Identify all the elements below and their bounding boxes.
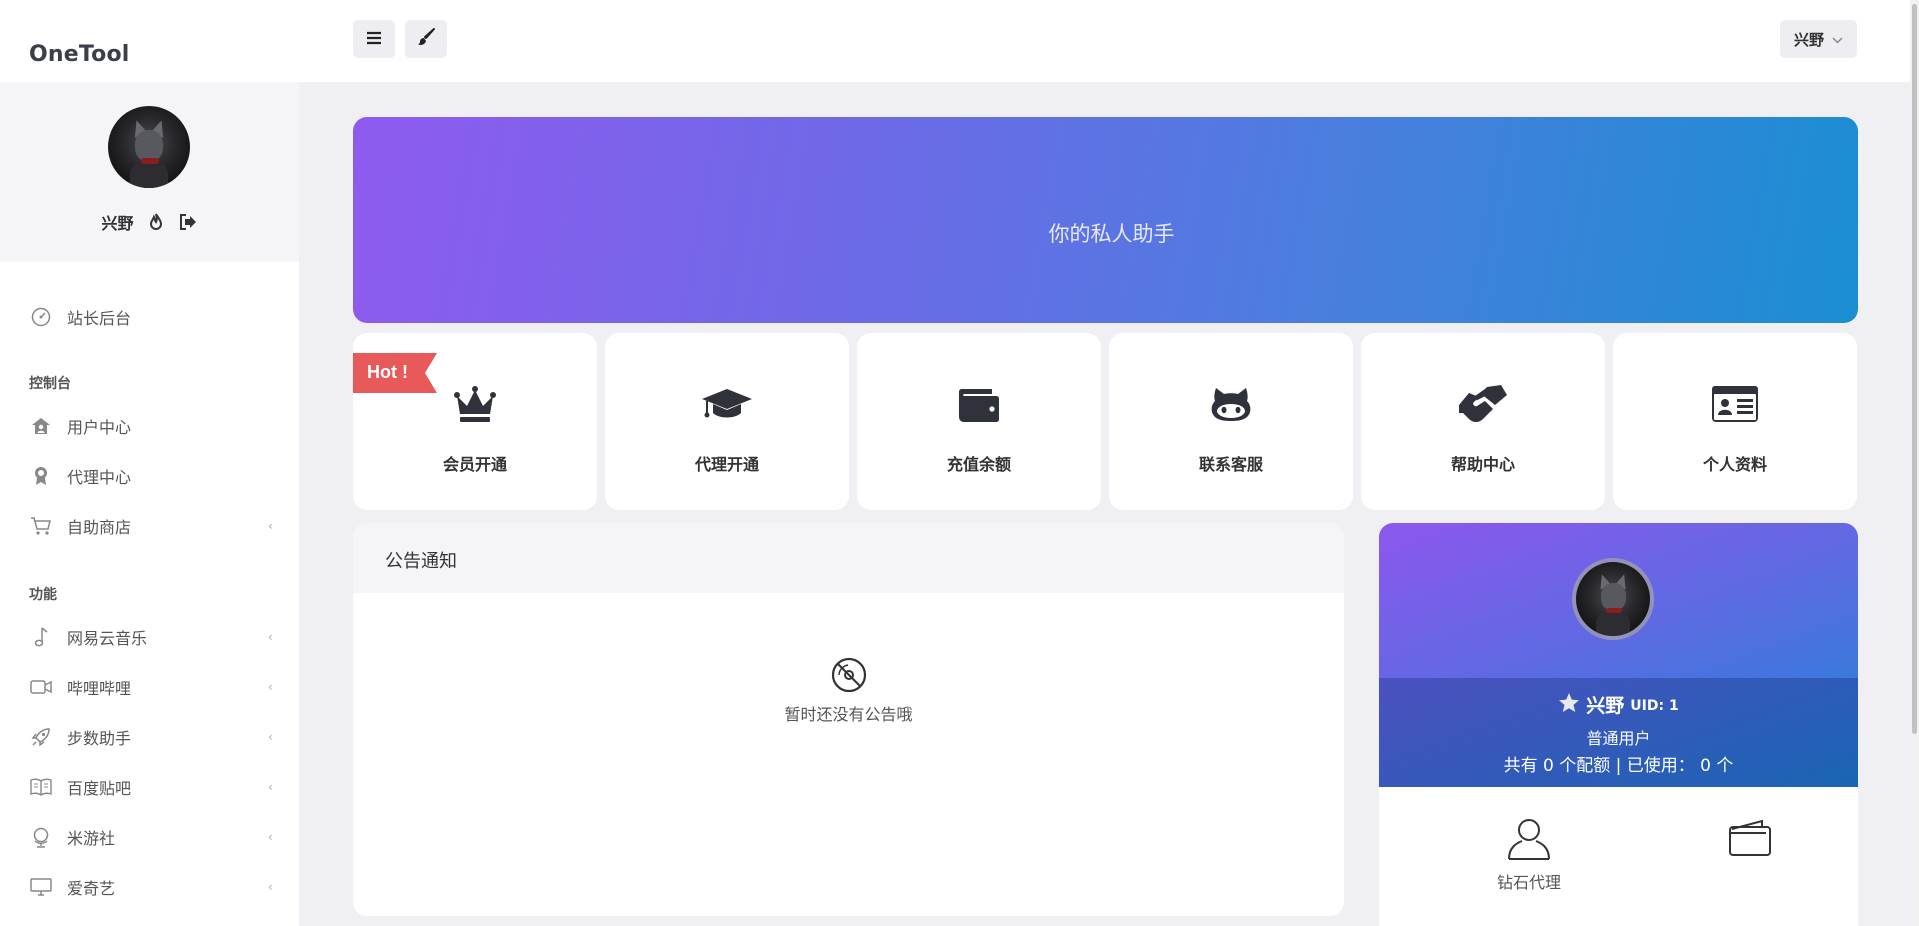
quick-card-profile[interactable]: 个人资料	[1613, 333, 1857, 510]
quick-card-label: 帮助中心	[1450, 455, 1515, 474]
logout-icon[interactable]	[178, 212, 198, 232]
chevron-left-icon: ‹	[268, 519, 273, 533]
handshake-icon	[1361, 383, 1605, 425]
sidebar-item-label: 米游社	[67, 829, 116, 848]
shopping-cart-icon	[30, 515, 52, 537]
award-badge-icon	[30, 465, 52, 487]
sidebar-item-bilibili[interactable]: 哔哩哔哩 ‹	[0, 665, 299, 709]
avatar[interactable]	[108, 106, 190, 188]
nav-section-features: 功能	[29, 587, 57, 603]
wallet-button[interactable]	[1670, 815, 1830, 869]
quick-card-vip[interactable]: Hot ! 会员开通	[353, 333, 597, 510]
sidebar-item-label: 爱奇艺	[67, 879, 116, 898]
avatar[interactable]	[1572, 558, 1654, 640]
quick-card-recharge[interactable]: 充值余额	[857, 333, 1101, 510]
wallet-icon	[857, 383, 1101, 425]
app-logo[interactable]: OneTool	[29, 42, 130, 67]
notice-header: 公告通知	[353, 523, 1344, 593]
chevron-left-icon: ‹	[268, 830, 273, 844]
quick-card-label: 联系客服	[1198, 455, 1263, 474]
sidebar-item-label: 哔哩哔哩	[67, 679, 132, 698]
profile-name: 兴野	[101, 214, 134, 233]
sidebar-item-iqiyi[interactable]: 爱奇艺 ‹	[0, 865, 299, 909]
sidebar-item-miyoushe[interactable]: 米游社 ‹	[0, 815, 299, 859]
user-card-quota: 共有 0 个配额 | 已使用： 0 个	[1503, 756, 1734, 776]
user-card-role: 普通用户	[1586, 729, 1651, 748]
sidebar-item-admin[interactable]: 站长后台	[0, 295, 299, 339]
sidebar-item-label: 自助商店	[67, 518, 132, 537]
quick-card-label: 个人资料	[1702, 455, 1767, 474]
paint-brush-icon	[417, 28, 435, 50]
diamond-agent-label: 钻石代理	[1496, 873, 1561, 892]
fire-icon[interactable]	[146, 212, 166, 232]
hot-badge-label: Hot !	[367, 362, 408, 382]
sidebar-item-agent-center[interactable]: 代理中心	[0, 454, 299, 498]
home-user-icon	[30, 415, 52, 437]
globe-stand-icon	[30, 826, 52, 848]
topbar: 兴野	[299, 0, 1910, 82]
nav-section-console: 控制台	[29, 376, 71, 392]
graduation-cap-icon	[605, 383, 849, 425]
sidebar-profile: 兴野	[0, 82, 299, 262]
sidebar: OneTool 兴野 站长后台 控制台 用户中心 代理中心 自助商店 ‹ 功能 …	[0, 0, 299, 926]
quick-card-agent[interactable]: 代理开通	[605, 333, 849, 510]
crown-icon	[353, 383, 597, 425]
sidebar-item-label: 步数助手	[67, 729, 132, 748]
hero-banner: 你的私人助手	[353, 117, 1858, 323]
sidebar-item-baidu-tieba[interactable]: 百度贴吧 ‹	[0, 765, 299, 809]
user-outline-icon	[1505, 815, 1553, 863]
quick-card-label: 充值余额	[946, 455, 1011, 474]
chevron-left-icon: ‹	[268, 780, 273, 794]
wallet-outline-icon	[1726, 815, 1774, 863]
sidebar-item-label: 百度贴吧	[67, 779, 132, 798]
sidebar-item-label: 站长后台	[67, 309, 132, 328]
quick-card-support[interactable]: 联系客服	[1109, 333, 1353, 510]
user-card-uid: UID: 1	[1630, 698, 1679, 714]
dashboard-gauge-icon	[30, 306, 52, 328]
user-menu-button[interactable]: 兴野	[1780, 20, 1857, 58]
book-open-icon	[30, 776, 52, 798]
sidebar-item-label: 网易云音乐	[67, 629, 148, 648]
chevron-down-icon	[1832, 30, 1843, 48]
video-camera-icon	[30, 676, 52, 698]
page-scrollbar[interactable]	[1910, 0, 1919, 926]
chevron-left-icon: ‹	[268, 630, 273, 644]
chevron-left-icon: ‹	[268, 680, 273, 694]
id-card-icon	[1613, 383, 1857, 425]
sidebar-item-netease-music[interactable]: 网易云音乐 ‹	[0, 615, 299, 659]
quick-card-label: 代理开通	[694, 455, 759, 474]
star-icon	[1558, 692, 1580, 717]
quick-card-help[interactable]: 帮助中心	[1361, 333, 1605, 510]
chevron-left-icon: ‹	[268, 880, 273, 894]
banner-text: 你的私人助手	[1048, 222, 1175, 246]
scrollbar-thumb[interactable]	[1912, 4, 1917, 734]
rocket-icon	[30, 726, 52, 748]
monitor-icon	[30, 876, 52, 898]
hamburger-icon	[366, 30, 382, 49]
diamond-agent-button[interactable]: 钻石代理	[1449, 815, 1609, 893]
quick-card-label: 会员开通	[442, 455, 507, 474]
empty-state: 暂时还没有公告哦	[353, 657, 1344, 725]
theme-button[interactable]	[405, 20, 447, 58]
user-card: 兴野 UID: 1 普通用户 共有 0 个配额 | 已使用： 0 个 钻石代理	[1379, 523, 1858, 926]
sidebar-item-user-center[interactable]: 用户中心	[0, 404, 299, 448]
disc-icon	[831, 657, 867, 693]
notice-panel: 公告通知 暂时还没有公告哦	[353, 523, 1344, 916]
user-card-name: 兴野	[1586, 695, 1625, 717]
sidebar-item-label: 代理中心	[67, 468, 132, 487]
empty-state-text: 暂时还没有公告哦	[784, 705, 913, 724]
notice-title: 公告通知	[385, 551, 457, 572]
music-note-icon	[30, 626, 52, 648]
github-cat-icon	[1109, 383, 1353, 425]
chevron-left-icon: ‹	[268, 730, 273, 744]
sidebar-item-shop[interactable]: 自助商店 ‹	[0, 504, 299, 548]
user-menu-label: 兴野	[1793, 30, 1824, 49]
sidebar-item-step-helper[interactable]: 步数助手 ‹	[0, 715, 299, 759]
menu-toggle-button[interactable]	[353, 20, 395, 58]
sidebar-item-label: 用户中心	[67, 418, 132, 437]
user-card-header: 兴野 UID: 1 普通用户 共有 0 个配额 | 已使用： 0 个	[1379, 523, 1858, 787]
